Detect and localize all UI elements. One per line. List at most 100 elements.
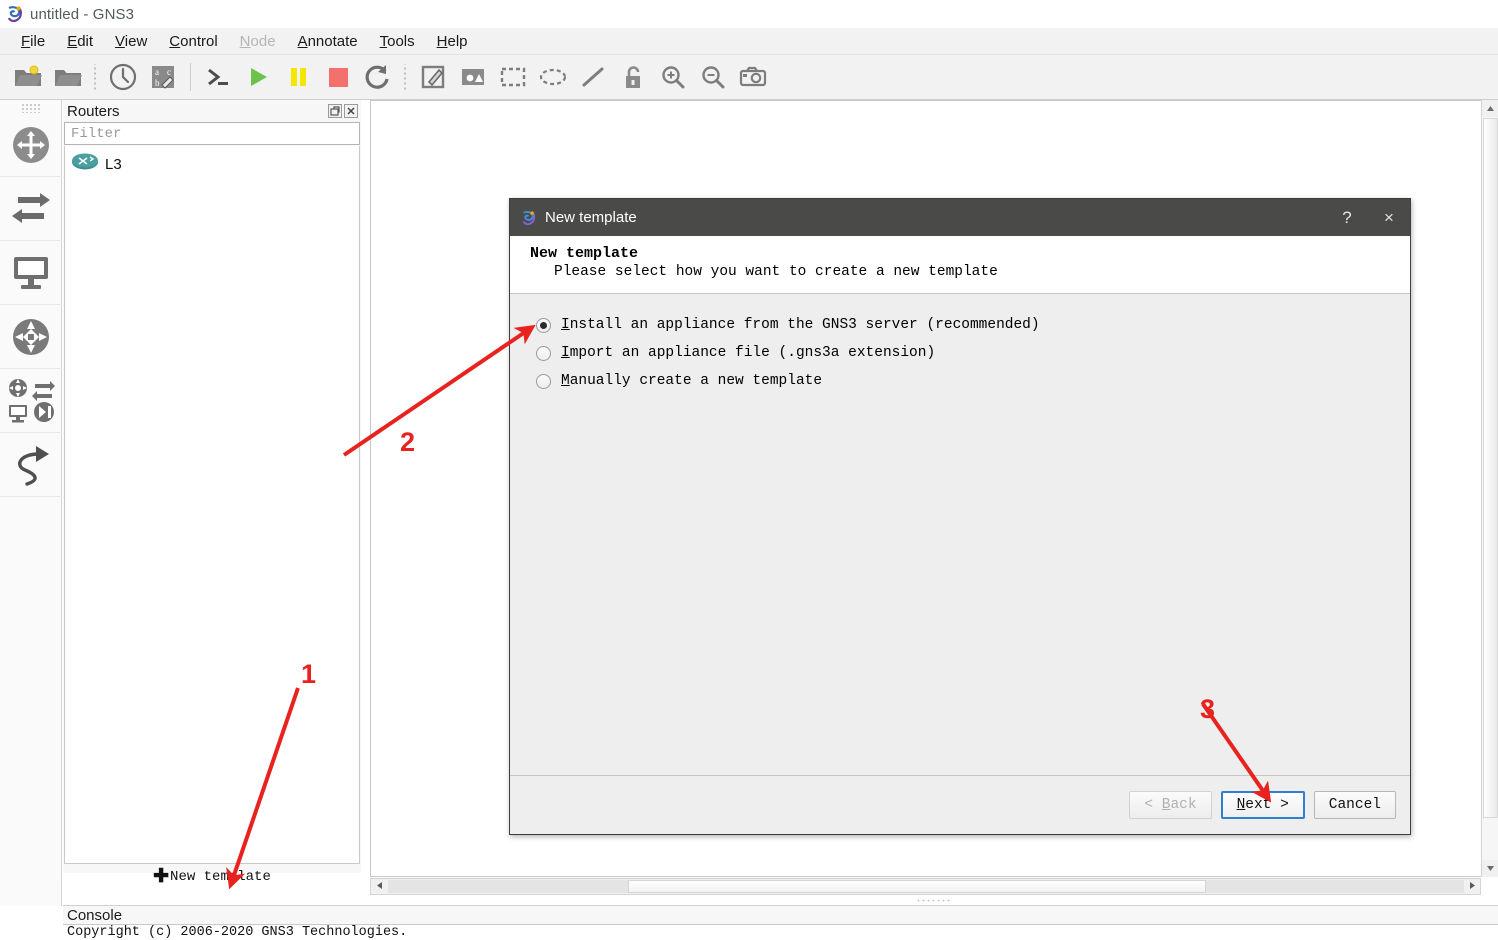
annotation-number-1: 1 <box>301 659 317 689</box>
console-output[interactable]: Copyright (c) 2006-2020 GNS3 Technologie… <box>63 924 1498 940</box>
menu-control[interactable]: Control <box>158 31 228 52</box>
toolbar-separator-dots <box>91 64 100 90</box>
window-title: untitled - GNS3 <box>30 5 135 23</box>
stop-icon[interactable] <box>318 57 358 97</box>
vertical-scroll-thumb[interactable] <box>1483 118 1498 818</box>
manual-template-label: Manually create a new template <box>561 373 823 389</box>
new-template-button[interactable]: ✚ New template <box>63 864 361 890</box>
radio-indicator[interactable] <box>536 345 551 361</box>
install-appliance-label: Install an appliance from the GNS3 serve… <box>561 317 1040 333</box>
list-item-label: L3 <box>105 155 122 173</box>
dialog-body: Install an appliance from the GNS3 serve… <box>510 294 1410 775</box>
scroll-left-arrow-icon[interactable] <box>371 879 387 892</box>
insert-image-icon[interactable] <box>453 57 493 97</box>
help-button[interactable]: ? <box>1326 199 1368 236</box>
dialog-title-label: New template <box>545 209 637 226</box>
install-appliance-radio[interactable]: Install an appliance from the GNS3 serve… <box>536 311 1410 339</box>
annotation-number-3: 3 <box>1200 694 1216 724</box>
zoom-out-icon[interactable] <box>693 57 733 97</box>
routers-dock-panel: Routers Filter L3 ✚ New template <box>63 100 361 886</box>
annotation-number-2: 2 <box>400 427 416 457</box>
all-devices-icon[interactable] <box>0 369 62 433</box>
next-button[interactable]: Next > <box>1220 790 1305 819</box>
screenshot-abc-icon[interactable]: a c b <box>143 57 183 97</box>
gns3-logo-icon <box>522 210 536 225</box>
svg-text:c: c <box>167 67 171 77</box>
filter-field[interactable] <box>64 122 360 145</box>
draw-rectangle-icon[interactable] <box>493 57 533 97</box>
console-prompt-icon[interactable] <box>198 57 238 97</box>
console-line: Copyright (c) 2006-2020 GNS3 Technologie… <box>67 925 408 940</box>
console-panel: Console Copyright (c) 2006-2020 GNS3 Tec… <box>63 905 1498 940</box>
devbar-grip[interactable] <box>20 103 41 113</box>
window-titlebar: untitled - GNS3 <box>0 0 1498 28</box>
recent-projects-clock-icon[interactable] <box>103 57 143 97</box>
security-devices-icon[interactable] <box>0 305 62 369</box>
toolbar-separator-line <box>190 63 191 91</box>
draw-ellipse-icon[interactable] <box>533 57 573 97</box>
new-template-dialog: New template ? × New template Please sel… <box>509 198 1411 835</box>
toolbar-separator-dots-2 <box>401 64 410 90</box>
router-icon <box>71 153 99 176</box>
undock-icon[interactable] <box>328 104 342 118</box>
reload-icon[interactable] <box>358 57 398 97</box>
device-toolbar <box>0 100 62 906</box>
manual-template-radio[interactable]: Manually create a new template <box>536 367 1410 395</box>
main-toolbar: a c b <box>0 55 1498 100</box>
menu-view[interactable]: View <box>104 31 158 52</box>
canvas-vertical-scrollbar[interactable] <box>1481 100 1498 877</box>
new-template-label: New template <box>170 869 271 885</box>
hscroll-track-right[interactable] <box>1206 880 1465 893</box>
menu-annotate[interactable]: Annotate <box>287 31 369 52</box>
svg-text:b: b <box>155 78 160 88</box>
lock-icon[interactable] <box>613 57 653 97</box>
switches-icon[interactable] <box>0 177 62 241</box>
plus-icon: ✚ <box>153 865 170 888</box>
splitter-grip[interactable] <box>916 898 950 904</box>
zoom-in-icon[interactable] <box>653 57 693 97</box>
import-appliance-radio[interactable]: Import an appliance file (.gns3a extensi… <box>536 339 1410 367</box>
menu-file[interactable]: File <box>10 31 56 52</box>
menu-edit[interactable]: Edit <box>56 31 104 52</box>
dock-titlebar: Routers <box>63 100 361 122</box>
dialog-close-icon[interactable]: × <box>1368 199 1410 236</box>
menubar: File Edit View Control Node Annotate Too… <box>0 28 1498 55</box>
open-project-icon[interactable] <box>48 57 88 97</box>
add-note-icon[interactable] <box>413 57 453 97</box>
dialog-subheading: Please select how you want to create a n… <box>554 264 998 280</box>
filter-input[interactable] <box>69 124 355 143</box>
start-play-icon[interactable] <box>238 57 278 97</box>
new-project-icon[interactable] <box>8 57 48 97</box>
camera-screenshot-icon[interactable] <box>733 57 773 97</box>
horizontal-scroll-thumb[interactable] <box>628 880 1206 893</box>
routers-icon[interactable] <box>0 113 62 177</box>
hscroll-track-left[interactable] <box>388 880 628 893</box>
radio-indicator[interactable] <box>536 373 551 389</box>
back-button: < Back <box>1129 790 1212 819</box>
dialog-footer: < Back Next > Cancel <box>510 775 1410 833</box>
import-appliance-label: Import an appliance file (.gns3a extensi… <box>561 345 936 361</box>
menu-tools[interactable]: Tools <box>369 31 426 52</box>
canvas-horizontal-scrollbar[interactable] <box>370 878 1481 895</box>
scroll-down-arrow-icon[interactable] <box>1482 860 1498 877</box>
draw-line-icon[interactable] <box>573 57 613 97</box>
dialog-titlebar: New template ? × <box>510 199 1410 236</box>
gns3-logo-icon <box>7 6 22 23</box>
routers-list[interactable]: L3 <box>64 146 360 864</box>
pause-icon[interactable] <box>278 57 318 97</box>
list-item[interactable]: L3 <box>65 152 359 176</box>
radio-indicator-selected[interactable] <box>536 317 551 333</box>
menu-help[interactable]: Help <box>426 31 479 52</box>
dock-title-label: Routers <box>67 102 120 120</box>
close-icon[interactable] <box>344 104 358 118</box>
scroll-up-arrow-icon[interactable] <box>1482 100 1498 117</box>
dialog-heading: New template <box>530 245 639 262</box>
cancel-button[interactable]: Cancel <box>1313 790 1396 819</box>
console-title: Console <box>67 907 123 924</box>
add-link-icon[interactable] <box>0 433 62 497</box>
end-devices-icon[interactable] <box>0 241 62 305</box>
menu-node: Node <box>239 32 276 50</box>
svg-text:a: a <box>155 67 159 77</box>
dialog-header: New template Please select how you want … <box>510 236 1410 294</box>
scroll-right-arrow-icon[interactable] <box>1464 879 1480 892</box>
